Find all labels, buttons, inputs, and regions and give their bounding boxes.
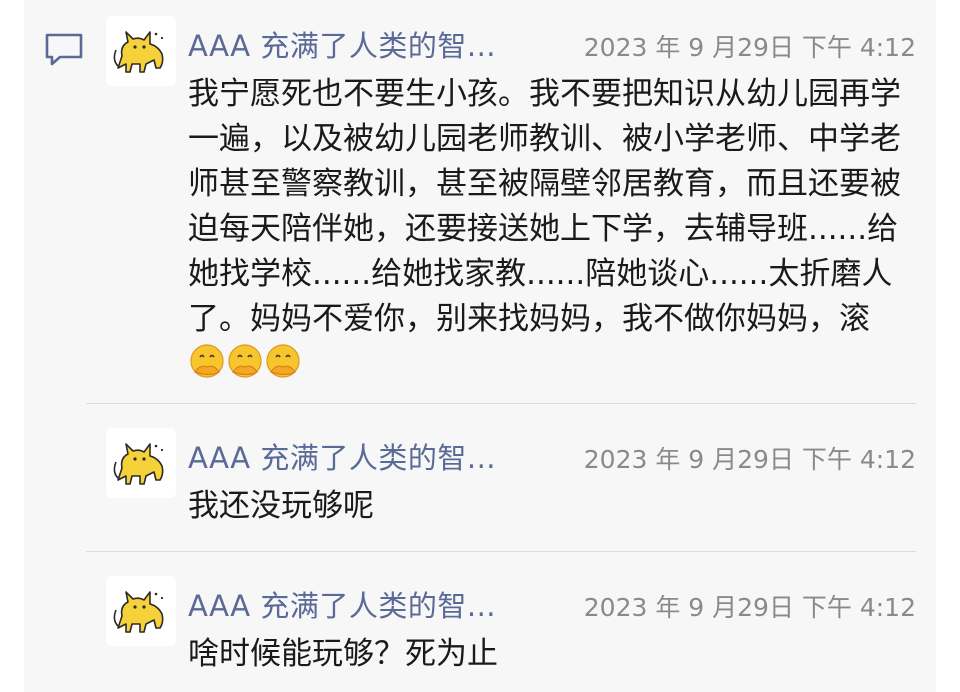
- yellow-cat-avatar-icon: [106, 428, 176, 498]
- comment-divider: [86, 403, 916, 404]
- face-with-hand-over-mouth-icon: [264, 342, 302, 380]
- comment-text: 我宁愿死也不要生小孩。我不要把知识从幼儿园再学一遍，以及被幼儿园老师教训、被小学…: [188, 72, 903, 387]
- comment-timestamp: 2023 年 9 月29日 下午 4:12: [583, 33, 916, 62]
- comment-timestamp: 2023 年 9 月29日 下午 4:12: [583, 593, 916, 622]
- comment-author[interactable]: AAA 充满了人类的智...: [188, 23, 568, 65]
- face-with-hand-over-mouth-icon: [226, 342, 264, 380]
- face-with-hand-over-mouth-icon: [188, 342, 226, 380]
- avatar[interactable]: [106, 16, 176, 86]
- comment-timestamp: 2023 年 9 月29日 下午 4:12: [583, 445, 916, 474]
- avatar[interactable]: [106, 576, 176, 646]
- yellow-cat-avatar-icon: [106, 16, 176, 86]
- comment-text: 我还没玩够呢: [188, 488, 374, 524]
- comment-author[interactable]: AAA 充满了人类的智...: [188, 583, 568, 625]
- comment-author[interactable]: AAA 充满了人类的智...: [188, 435, 568, 477]
- comment-text: 啥时候能玩够？死为止: [188, 636, 498, 672]
- comment-bubble-icon[interactable]: [44, 32, 84, 68]
- comment-divider: [86, 551, 916, 552]
- comment-text-body: 我宁愿死也不要生小孩。我不要把知识从幼儿园再学一遍，以及被幼儿园老师教训、被小学…: [188, 76, 901, 337]
- yellow-cat-avatar-icon: [106, 576, 176, 646]
- avatar[interactable]: [106, 428, 176, 498]
